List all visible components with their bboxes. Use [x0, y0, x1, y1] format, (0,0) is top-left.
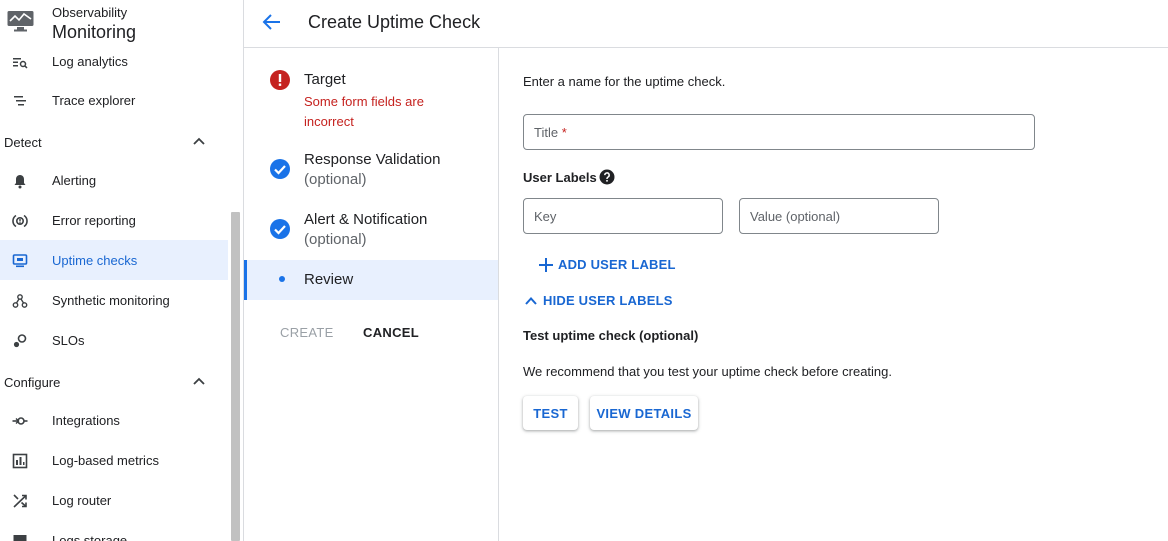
step-title: Target — [304, 71, 346, 88]
nav-item-label: Alerting — [52, 172, 97, 188]
nav-item-label: Log router — [52, 492, 112, 508]
nav-header: Observability Monitoring — [0, 0, 243, 46]
chevron-up-icon — [525, 296, 537, 305]
current-step-dot-icon — [279, 276, 285, 282]
label-value-input[interactable] — [740, 199, 938, 233]
title-field[interactable]: Title * — [523, 114, 1035, 150]
nav-item-label: Integrations — [52, 412, 120, 428]
check-circle-icon — [270, 159, 290, 179]
chevron-up-icon — [193, 137, 205, 145]
add-user-label-button[interactable]: ADD USER LABEL — [539, 257, 676, 272]
side-nav: Log analytics Trace explorer Detect Aler… — [0, 0, 244, 541]
nav-item-label: Synthetic monitoring — [52, 292, 170, 308]
check-circle-icon — [270, 219, 290, 239]
label-key-input[interactable] — [524, 199, 722, 233]
test-heading: Test uptime check (optional) — [523, 328, 699, 343]
uptime-check-form: Enter a name for the uptime check. Title… — [499, 48, 1168, 541]
label-value-field[interactable] — [739, 198, 939, 234]
error-icon — [270, 70, 290, 90]
nav-item-label: Log analytics — [52, 53, 128, 69]
step-alert-notification[interactable]: Alert & Notification (optional) — [244, 204, 498, 256]
stepper: Target Some form fields are incorrect Re… — [244, 48, 499, 541]
slo-icon — [11, 332, 28, 349]
synthetic-monitoring-icon — [11, 292, 28, 309]
nav-item-log-router[interactable]: Log router — [0, 480, 228, 520]
nav-item-log-based-metrics[interactable]: Log-based metrics — [0, 440, 228, 480]
step-response-validation[interactable]: Response Validation (optional) — [244, 144, 498, 196]
nav-item-log-analytics[interactable]: Log analytics — [0, 41, 228, 81]
user-labels-heading: User Labels — [523, 170, 597, 185]
uptime-monitor-icon — [11, 252, 28, 269]
nav-item-label: Error reporting — [52, 212, 136, 228]
step-subtitle: (optional) — [304, 171, 367, 188]
label-key-field[interactable] — [523, 198, 723, 234]
add-user-label-text: ADD USER LABEL — [558, 257, 676, 272]
integrations-icon — [11, 412, 28, 429]
nav-item-alerting[interactable]: Alerting — [0, 160, 228, 200]
nav-item-trace-explorer[interactable]: Trace explorer — [0, 80, 228, 120]
nav-item-label: Uptime checks — [52, 252, 138, 268]
nav-section-detect[interactable]: Detect — [0, 127, 228, 157]
test-button[interactable]: TEST — [523, 396, 578, 430]
product-subtitle: Observability — [52, 5, 128, 20]
nav-item-label: SLOs — [52, 332, 85, 348]
log-router-icon — [11, 492, 28, 509]
nav-section-configure[interactable]: Configure — [0, 367, 228, 397]
page-header: Create Uptime Check — [244, 0, 1168, 48]
log-analytics-icon — [11, 53, 28, 70]
create-button[interactable]: CREATE — [280, 325, 334, 340]
nav-item-label: Logs storage — [52, 532, 128, 541]
plus-icon — [539, 257, 553, 272]
monitoring-logo-icon — [7, 11, 34, 32]
nav-item-error-reporting[interactable]: Error reporting — [0, 200, 228, 240]
step-target[interactable]: Target Some form fields are incorrect — [244, 64, 498, 134]
nav-scrollbar[interactable] — [231, 212, 240, 541]
nav-item-label: Trace explorer — [52, 92, 136, 108]
title-input[interactable] — [524, 115, 1034, 149]
nav-item-logs-storage[interactable]: Logs storage — [0, 520, 228, 541]
hide-user-labels-text: HIDE USER LABELS — [543, 293, 673, 308]
step-title: Alert & Notification — [304, 211, 428, 228]
step-title: Response Validation — [304, 151, 441, 168]
nav-section-label: Detect — [4, 134, 42, 150]
form-intro: Enter a name for the uptime check. — [523, 74, 726, 89]
help-icon[interactable] — [599, 169, 615, 185]
product-title: Monitoring — [52, 22, 137, 42]
error-reporting-icon — [11, 212, 28, 229]
back-arrow-icon[interactable] — [260, 10, 284, 34]
step-subtitle: (optional) — [304, 231, 367, 248]
hide-user-labels-button[interactable]: HIDE USER LABELS — [524, 293, 673, 308]
nav-item-uptime-checks[interactable]: Uptime checks — [0, 240, 228, 280]
step-title: Review — [304, 271, 354, 288]
step-review[interactable]: Review — [244, 260, 498, 300]
log-metrics-icon — [11, 452, 28, 469]
nav-item-slos[interactable]: SLOs — [0, 320, 228, 360]
step-error-message: Some form fields are incorrect — [304, 94, 424, 129]
test-description: We recommend that you test your uptime c… — [523, 364, 892, 379]
nav-section-label: Configure — [4, 374, 61, 390]
trace-explorer-icon — [11, 92, 28, 109]
nav-item-synthetic-monitoring[interactable]: Synthetic monitoring — [0, 280, 228, 320]
page-title: Create Uptime Check — [308, 12, 481, 32]
nav-item-label: Log-based metrics — [52, 452, 159, 468]
view-details-button[interactable]: VIEW DETAILS — [590, 396, 698, 430]
logs-storage-icon — [11, 532, 28, 541]
bell-icon — [11, 172, 28, 189]
nav-item-integrations[interactable]: Integrations — [0, 400, 228, 440]
chevron-up-icon — [193, 377, 205, 385]
cancel-button[interactable]: CANCEL — [363, 325, 419, 340]
